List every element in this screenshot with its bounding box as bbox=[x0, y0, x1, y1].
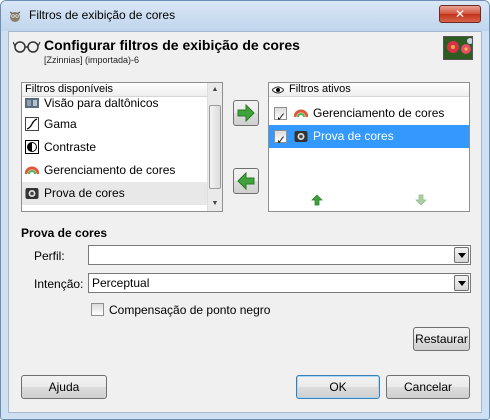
gimp-app-icon bbox=[9, 11, 21, 22]
color-management-icon bbox=[294, 109, 308, 118]
glasses-icon bbox=[13, 41, 41, 53]
window-title: Filtros de exibição de cores bbox=[29, 8, 176, 22]
chevron-down-icon[interactable] bbox=[454, 275, 469, 291]
proof-icon bbox=[25, 188, 39, 199]
section-title: Prova de cores bbox=[21, 226, 108, 240]
add-filter-button[interactable] bbox=[233, 100, 259, 126]
cancel-button[interactable]: Cancelar bbox=[386, 375, 470, 399]
available-filter-label: Visão para daltônicos bbox=[44, 96, 159, 110]
available-filter-label: Gama bbox=[44, 117, 77, 131]
black-point-label[interactable]: Compensação de ponto negro bbox=[109, 303, 270, 317]
image-name: [Zzinnias] (importada)-6 bbox=[44, 55, 140, 65]
scroll-down-icon[interactable]: ▼ bbox=[208, 197, 222, 211]
gamma-icon bbox=[25, 117, 39, 131]
scroll-up-icon[interactable]: ▲ bbox=[208, 83, 222, 97]
chevron-down-icon[interactable] bbox=[454, 247, 469, 263]
available-filter-label: Gerenciamento de cores bbox=[44, 163, 176, 177]
help-button[interactable]: Ajuda bbox=[21, 375, 107, 399]
page-title: Configurar filtros de exibição de cores bbox=[44, 37, 300, 53]
scroll-thumb[interactable] bbox=[209, 105, 221, 189]
available-filter-item[interactable]: Gama bbox=[22, 113, 208, 136]
available-filter-item[interactable]: Visão para daltônicos bbox=[22, 95, 208, 111]
active-filters-list[interactable]: Filtros ativos Gerenciamento de cores Pr… bbox=[268, 82, 470, 212]
filter-enabled-checkbox[interactable] bbox=[274, 129, 287, 152]
available-filter-item[interactable]: Prova de cores bbox=[22, 182, 208, 205]
remove-filter-button[interactable] bbox=[233, 168, 259, 194]
intent-label: Intenção: bbox=[34, 277, 84, 291]
dialog-window: Filtros de exibição de cores ✕ Configura… bbox=[0, 0, 490, 420]
active-filter-label: Prova de cores bbox=[313, 129, 394, 143]
color-deficient-icon bbox=[25, 98, 39, 108]
zinnia-thumbnail-icon bbox=[444, 37, 472, 59]
reset-button[interactable]: Restaurar bbox=[413, 327, 470, 351]
active-filter-item[interactable]: Prova de cores bbox=[269, 125, 469, 152]
move-down-icon[interactable] bbox=[415, 194, 427, 206]
active-filters-header-label: Filtros ativos bbox=[289, 83, 351, 95]
active-filters-header: Filtros ativos bbox=[269, 83, 469, 97]
title-bar[interactable]: Filtros de exibição de cores ✕ bbox=[1, 1, 489, 31]
filter-enabled-checkbox[interactable] bbox=[274, 106, 287, 129]
available-filter-item[interactable]: Contraste bbox=[22, 136, 208, 159]
contrast-icon bbox=[25, 140, 39, 154]
arrow-right-icon bbox=[237, 103, 255, 123]
active-filter-label: Gerenciamento de cores bbox=[313, 106, 445, 120]
eye-icon bbox=[272, 86, 284, 94]
intent-select[interactable]: Perceptual bbox=[88, 273, 471, 293]
color-management-icon bbox=[25, 166, 39, 175]
profile-select[interactable] bbox=[88, 245, 471, 265]
proof-icon bbox=[294, 131, 308, 142]
available-filters-list[interactable]: Filtros disponíveis Visão para daltônico… bbox=[21, 82, 223, 212]
available-filter-label: Prova de cores bbox=[44, 186, 125, 200]
intent-value: Perceptual bbox=[92, 276, 150, 290]
available-filter-item[interactable]: Gerenciamento de cores bbox=[22, 159, 208, 182]
move-up-icon[interactable] bbox=[311, 194, 323, 206]
available-filter-label: Contraste bbox=[44, 140, 97, 154]
ok-button[interactable]: OK bbox=[296, 375, 380, 399]
active-filter-item[interactable]: Gerenciamento de cores bbox=[269, 102, 469, 129]
available-filters-scrollbar[interactable]: ▲ ▼ bbox=[207, 83, 222, 211]
profile-label: Perfil: bbox=[34, 249, 65, 263]
arrow-left-icon bbox=[237, 171, 255, 191]
black-point-checkbox[interactable] bbox=[91, 303, 104, 316]
close-button[interactable]: ✕ bbox=[439, 5, 481, 23]
image-thumbnail bbox=[443, 36, 473, 60]
dialog-content: Configurar filtros de exibição de cores … bbox=[8, 31, 482, 413]
